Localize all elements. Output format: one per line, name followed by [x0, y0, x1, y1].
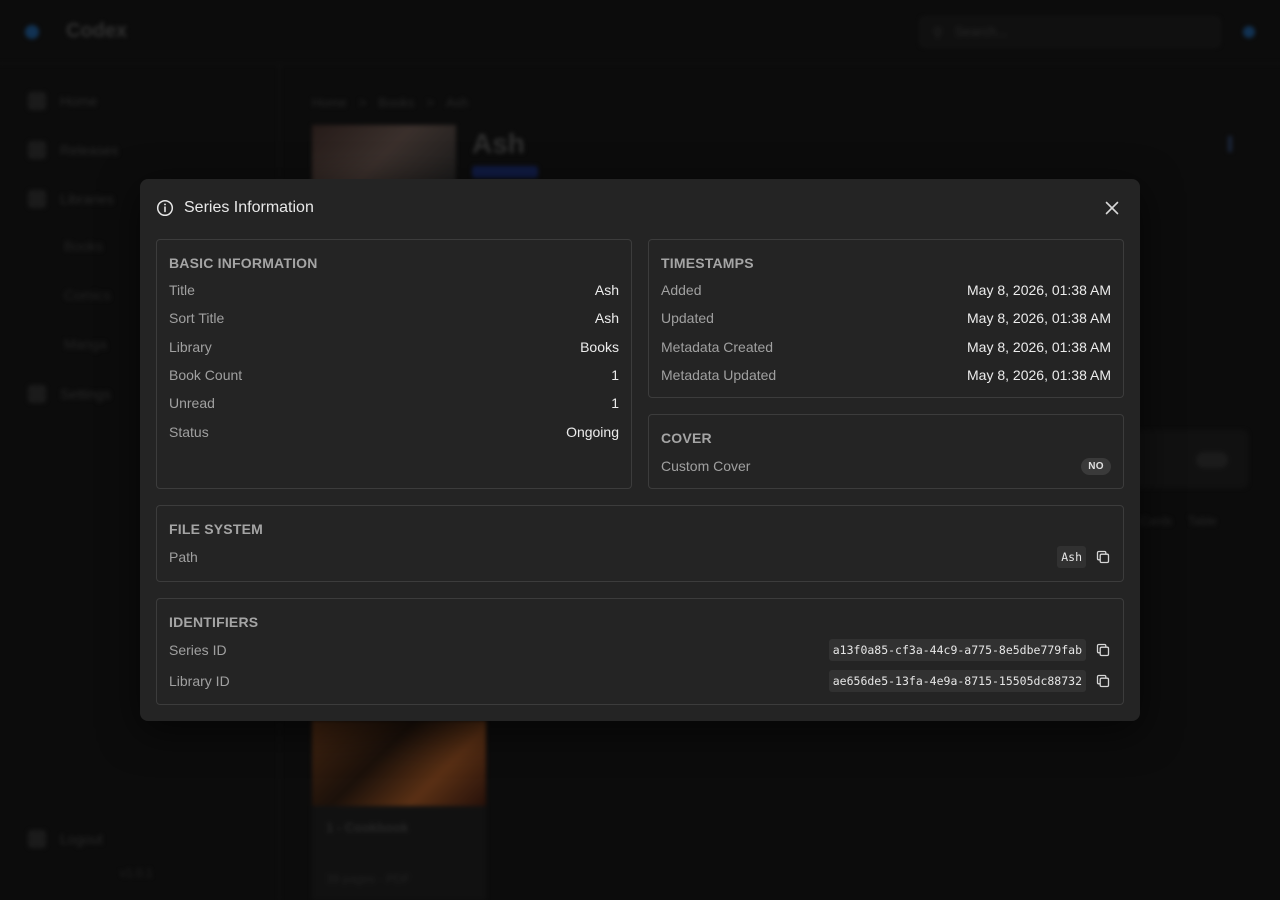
- copy-library-id-button[interactable]: [1095, 673, 1111, 689]
- info-row-unread: Unread 1: [169, 393, 619, 413]
- row-value: Ash: [594, 310, 619, 326]
- close-icon: [1105, 201, 1119, 215]
- row-value: 1: [611, 367, 619, 383]
- row-label: Updated: [661, 310, 714, 326]
- custom-cover-badge: NO: [1081, 457, 1111, 475]
- row-value: 1: [611, 395, 619, 411]
- row-label: Status: [169, 424, 209, 440]
- path-value-group: Ash: [1057, 546, 1111, 568]
- copy-icon: [1096, 674, 1110, 688]
- copy-icon: [1096, 550, 1110, 564]
- library-id-value: ae656de5-13fa-4e9a-8715-15505dc88732: [828, 670, 1086, 692]
- file-row-path: Path Ash: [169, 546, 1111, 568]
- info-row-book-count: Book Count 1: [169, 365, 619, 385]
- row-label: Unread: [169, 395, 215, 411]
- row-label: Metadata Updated: [661, 367, 777, 383]
- section-heading: TIMESTAMPS: [661, 255, 754, 271]
- row-value: May 8, 2026, 01:38 AM: [967, 339, 1111, 355]
- identifiers-section: IDENTIFIERS Series ID a13f0a85-cf3a-44c9…: [156, 598, 1124, 705]
- row-value: May 8, 2026, 01:38 AM: [967, 282, 1111, 298]
- row-label: Series ID: [169, 642, 227, 658]
- row-label: Book Count: [169, 367, 243, 383]
- info-row-sort-title: Sort Title Ash: [169, 308, 619, 328]
- close-button[interactable]: [1100, 196, 1124, 220]
- row-value: Ash: [594, 282, 619, 298]
- file-system-section: FILE SYSTEM Path Ash: [156, 505, 1124, 582]
- copy-icon: [1096, 643, 1110, 657]
- series-info-dialog: Series Information BASIC INFORMATION Tit…: [140, 179, 1140, 721]
- copy-series-id-button[interactable]: [1095, 642, 1111, 658]
- row-label: Title: [169, 282, 195, 298]
- timestamps-section: TIMESTAMPS Added May 8, 2026, 01:38 AM U…: [648, 239, 1124, 398]
- identifier-row-series-id: Series ID a13f0a85-cf3a-44c9-a775-8e5dbe…: [169, 639, 1111, 661]
- row-label: Metadata Created: [661, 339, 774, 355]
- info-row-status: Status Ongoing: [169, 422, 619, 442]
- section-heading: BASIC INFORMATION: [169, 255, 318, 271]
- cover-row-custom: Custom Cover NO: [661, 456, 1111, 476]
- row-value: May 8, 2026, 01:38 AM: [967, 367, 1111, 383]
- dialog-header: Series Information: [156, 196, 1124, 220]
- row-value: Books: [580, 339, 619, 355]
- info-icon: [156, 199, 174, 217]
- identifier-row-library-id: Library ID ae656de5-13fa-4e9a-8715-15505…: [169, 670, 1111, 692]
- row-value: Ongoing: [566, 424, 619, 440]
- path-value: Ash: [1057, 546, 1086, 568]
- timestamp-row-added: Added May 8, 2026, 01:38 AM: [661, 280, 1111, 300]
- section-heading: FILE SYSTEM: [169, 521, 263, 537]
- row-label: Sort Title: [169, 310, 225, 326]
- row-label: Path: [169, 549, 198, 565]
- series-id-value-group: a13f0a85-cf3a-44c9-a775-8e5dbe779fab: [828, 639, 1111, 661]
- row-label: Added: [661, 282, 702, 298]
- info-row-library: Library Books: [169, 337, 619, 357]
- timestamp-row-metadata-created: Metadata Created May 8, 2026, 01:38 AM: [661, 337, 1111, 357]
- row-label: Library ID: [169, 673, 230, 689]
- series-id-value: a13f0a85-cf3a-44c9-a775-8e5dbe779fab: [828, 639, 1086, 661]
- library-id-value-group: ae656de5-13fa-4e9a-8715-15505dc88732: [828, 670, 1111, 692]
- copy-path-button[interactable]: [1095, 549, 1111, 565]
- cover-section: COVER Custom Cover NO: [648, 414, 1124, 489]
- info-row-title: Title Ash: [169, 280, 619, 300]
- timestamp-row-updated: Updated May 8, 2026, 01:38 AM: [661, 308, 1111, 328]
- section-heading: IDENTIFIERS: [169, 614, 259, 630]
- timestamp-row-metadata-updated: Metadata Updated May 8, 2026, 01:38 AM: [661, 365, 1111, 385]
- basic-information-section: BASIC INFORMATION Title Ash Sort Title A…: [156, 239, 632, 489]
- dialog-title: Series Information: [184, 199, 314, 216]
- row-label: Custom Cover: [661, 458, 751, 474]
- section-heading: COVER: [661, 430, 712, 446]
- row-label: Library: [169, 339, 212, 355]
- row-value: May 8, 2026, 01:38 AM: [967, 310, 1111, 326]
